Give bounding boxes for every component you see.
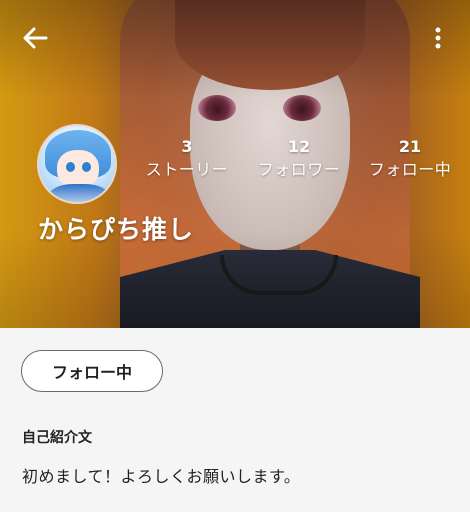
arrow-left-icon: [23, 27, 48, 49]
following-button[interactable]: フォロー中: [21, 350, 163, 392]
more-vertical-icon: [435, 27, 441, 49]
stat-stories-count: 3: [181, 137, 193, 156]
stat-following-label: フォロー中: [368, 160, 452, 179]
stat-stories[interactable]: 3 ストーリー: [140, 138, 234, 180]
stat-stories-label: ストーリー: [145, 160, 229, 179]
stat-following-count: 21: [398, 137, 422, 156]
stat-followers[interactable]: 12 フォロワー: [252, 138, 346, 180]
stat-followers-count: 12: [287, 137, 311, 156]
bio-heading: 自己紹介文: [22, 430, 92, 446]
stat-following[interactable]: 21 フォロー中: [362, 138, 458, 180]
back-button[interactable]: [18, 22, 54, 54]
more-options-button[interactable]: [426, 22, 450, 54]
profile-name: からぴち推し: [38, 215, 195, 244]
stat-followers-label: フォロワー: [257, 160, 341, 179]
bio-text: 初めまして！よろしくお願いします。: [22, 467, 301, 486]
avatar[interactable]: [37, 124, 117, 204]
